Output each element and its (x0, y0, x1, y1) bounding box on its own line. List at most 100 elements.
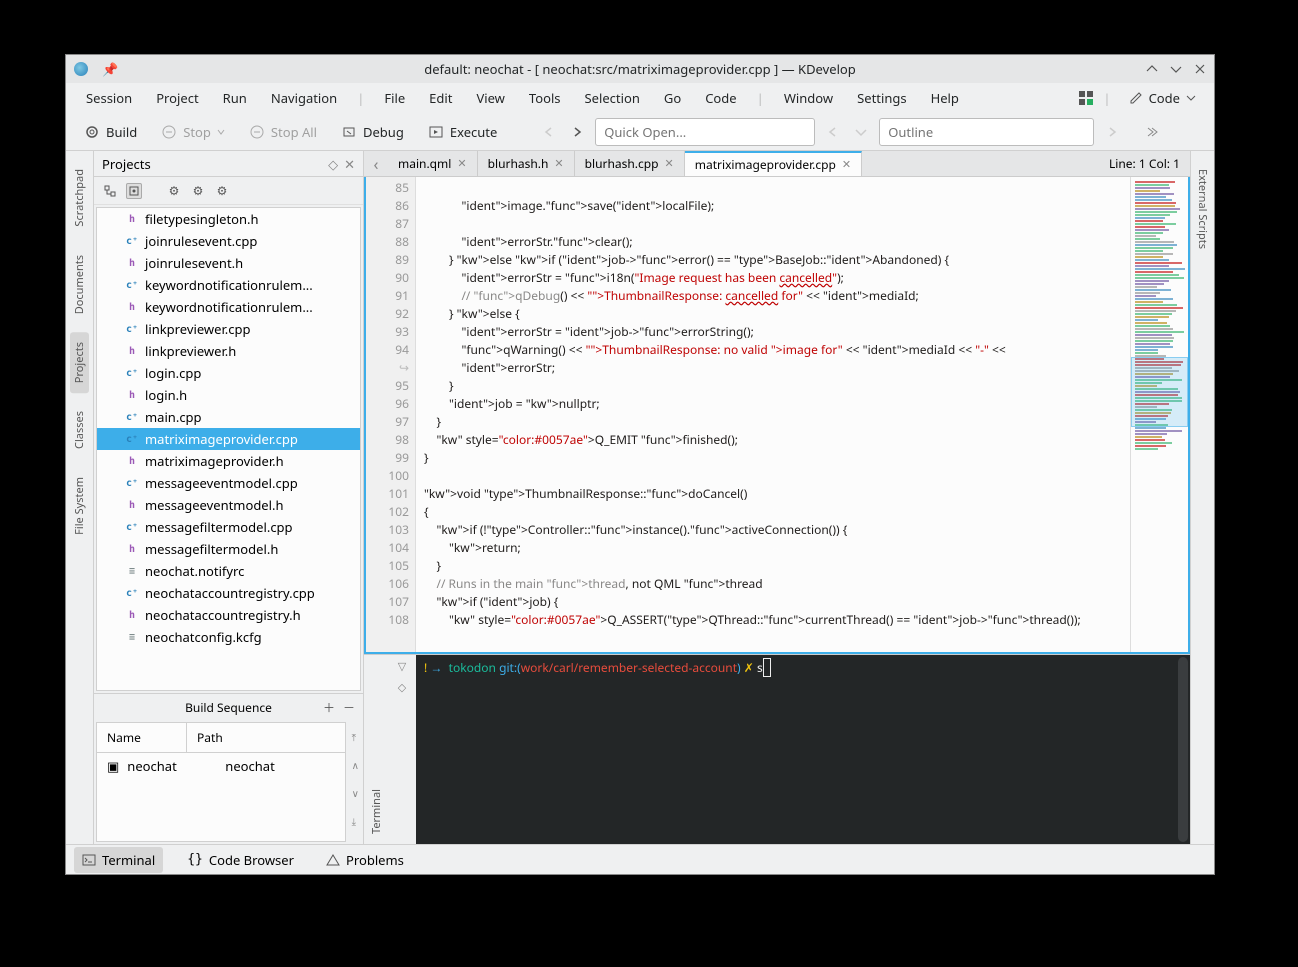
file-item[interactable]: c⁺messagefiltermodel.cpp (97, 516, 360, 538)
menu-go[interactable]: Go (654, 85, 691, 111)
execute-button[interactable]: Execute (420, 119, 505, 145)
menu-edit[interactable]: Edit (419, 85, 462, 111)
flat-mode-icon[interactable] (126, 183, 142, 199)
outline-go-button[interactable] (1102, 122, 1122, 142)
file-icon: h (125, 300, 139, 314)
menu-selection[interactable]: Selection (575, 85, 650, 111)
file-item[interactable]: c⁺keywordnotificationrulem... (97, 274, 360, 296)
tab-scroll-left[interactable]: ‹ (364, 151, 388, 176)
file-item[interactable]: ≡neochatconfig.kcfg (97, 626, 360, 648)
rail-scratchpad[interactable]: Scratchpad (70, 159, 89, 237)
file-item[interactable]: hjoinrulesevent.h (97, 252, 360, 274)
outline-next-button[interactable] (851, 122, 871, 142)
tab-close-icon[interactable]: ✕ (554, 156, 563, 171)
menu-file[interactable]: File (374, 85, 415, 111)
build-button[interactable]: Build (76, 119, 145, 145)
file-icon: c⁺ (125, 520, 139, 534)
gear-icon[interactable]: ⚙ (166, 183, 182, 199)
pin-icon[interactable]: 📌 (102, 60, 118, 78)
file-item[interactable]: c⁺joinrulesevent.cpp (97, 230, 360, 252)
bottom-code-browser-tab[interactable]: {} Code Browser (179, 847, 302, 873)
minimap[interactable] (1130, 177, 1188, 652)
tree-mode-icon[interactable] (102, 183, 118, 199)
outline-prev-button[interactable] (823, 122, 843, 142)
file-tree[interactable]: hfiletypesingleton.hc⁺joinrulesevent.cpp… (96, 207, 361, 691)
tab-close-icon[interactable]: ✕ (842, 157, 851, 172)
menu-help[interactable]: Help (921, 85, 969, 111)
bottom-terminal-tab[interactable]: Terminal (74, 847, 163, 873)
menu-project[interactable]: Project (146, 85, 208, 111)
code-body[interactable]: "ident">image."func">save("ident">localF… (416, 177, 1130, 652)
tab-close-icon[interactable]: ✕ (457, 156, 466, 171)
gear-icon[interactable]: ⚙ (214, 183, 230, 199)
file-item[interactable]: ≡neochat.notifyrc (97, 560, 360, 582)
nav-back-button[interactable] (539, 122, 559, 142)
code-area-button[interactable]: Code (1121, 85, 1204, 111)
file-item[interactable]: c⁺neochataccountregistry.cpp (97, 582, 360, 604)
file-item[interactable]: c⁺login.cpp (97, 362, 360, 384)
file-item[interactable]: hlogin.h (97, 384, 360, 406)
diamond-icon[interactable]: ◇ (398, 680, 406, 695)
move-bottom-button[interactable]: ⤓ (350, 808, 361, 834)
rail-documents[interactable]: Documents (70, 245, 89, 324)
menu-run[interactable]: Run (213, 85, 257, 111)
editor-tab[interactable]: blurhash.h✕ (478, 151, 575, 176)
menu-settings[interactable]: Settings (847, 85, 916, 111)
terminal-body[interactable]: ! → tokodon git:(work/carl/remember-sele… (416, 655, 1190, 844)
tab-close-icon[interactable]: ✕ (665, 156, 674, 171)
file-item[interactable]: hmessageeventmodel.h (97, 494, 360, 516)
file-item[interactable]: hkeywordnotificationrulem... (97, 296, 360, 318)
file-item[interactable]: hmessagefiltermodel.h (97, 538, 360, 560)
rail-projects[interactable]: Projects (70, 332, 89, 393)
build-sequence-row[interactable]: ▣ neochat neochat (97, 753, 345, 779)
file-item[interactable]: c⁺linkpreviewer.cpp (97, 318, 360, 340)
file-item[interactable]: hlinkpreviewer.h (97, 340, 360, 362)
area-switcher-icon[interactable] (1079, 91, 1093, 105)
menu-navigation[interactable]: Navigation (261, 85, 347, 111)
minimap-viewport[interactable] (1131, 357, 1188, 427)
move-down-button[interactable]: ∨ (350, 780, 361, 806)
stop-button[interactable]: Stop (153, 119, 233, 145)
col-name[interactable]: Name (97, 723, 187, 752)
col-path[interactable]: Path (187, 723, 345, 752)
move-up-button[interactable]: ∧ (350, 752, 361, 778)
quick-open-input[interactable] (595, 118, 815, 146)
maximize-button[interactable] (1170, 63, 1182, 75)
editor-tab[interactable]: main.qml✕ (388, 151, 478, 176)
panel-close-icon[interactable]: ✕ (344, 155, 355, 173)
terminal-rail-label[interactable]: Terminal (367, 779, 386, 844)
file-item[interactable]: c⁺messageeventmodel.cpp (97, 472, 360, 494)
nav-forward-button[interactable] (567, 122, 587, 142)
move-top-button[interactable]: ⤒ (350, 724, 361, 750)
rail-external-scripts[interactable]: External Scripts (1193, 159, 1212, 259)
window-controls (1146, 63, 1206, 75)
menu-code[interactable]: Code (695, 85, 746, 111)
menu-session[interactable]: Session (76, 85, 142, 111)
file-item[interactable]: hfiletypesingleton.h (97, 208, 360, 230)
terminal-scrollbar[interactable] (1178, 657, 1188, 842)
menu-view[interactable]: View (466, 85, 514, 111)
editor-tab[interactable]: blurhash.cpp✕ (575, 151, 685, 176)
rail-filesystem[interactable]: File System (70, 467, 89, 545)
bottom-problems-tab[interactable]: Problems (318, 847, 412, 873)
minimize-button[interactable] (1146, 63, 1158, 75)
file-item[interactable]: hneochataccountregistry.h (97, 604, 360, 626)
close-button[interactable] (1194, 63, 1206, 75)
file-item[interactable]: c⁺main.cpp (97, 406, 360, 428)
stop-all-button[interactable]: Stop All (241, 119, 325, 145)
remove-button[interactable]: － (343, 699, 355, 716)
debug-button[interactable]: Debug (333, 119, 412, 145)
panel-detach-icon[interactable]: ◇ (328, 155, 338, 173)
menu-window[interactable]: Window (774, 85, 843, 111)
add-button[interactable]: ＋ (323, 699, 335, 716)
file-item[interactable]: c⁺matriximageprovider.cpp (97, 428, 360, 450)
menu-tools[interactable]: Tools (519, 85, 571, 111)
code-editor[interactable]: 85868788899091929394↪9596979899100101102… (364, 177, 1190, 654)
outline-input[interactable] (879, 118, 1094, 146)
toolbar-overflow-button[interactable] (1142, 122, 1162, 142)
rail-classes[interactable]: Classes (70, 401, 89, 459)
editor-tab[interactable]: matriximageprovider.cpp✕ (685, 151, 862, 176)
collapse-icon[interactable]: ▽ (398, 659, 406, 674)
gear-icon[interactable]: ⚙ (190, 183, 206, 199)
file-item[interactable]: hmatriximageprovider.h (97, 450, 360, 472)
